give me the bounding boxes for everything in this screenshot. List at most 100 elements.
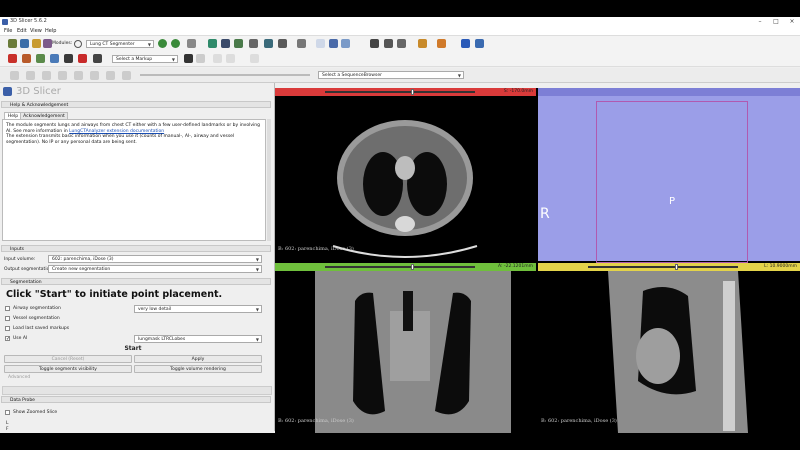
- markup-selector[interactable]: Select a Markup ▼: [112, 55, 178, 63]
- coronal-ct-image: [315, 271, 511, 433]
- last-frame-icon[interactable]: [90, 71, 99, 80]
- red-bottom-label: B: 602: parenchima, iDose (3): [278, 246, 354, 252]
- window-level-icon[interactable]: [437, 39, 446, 48]
- menu-file[interactable]: File: [4, 28, 12, 34]
- red-slice-offset: S: -170.0mm: [503, 89, 533, 94]
- markup-tool-icon-3[interactable]: [36, 54, 45, 63]
- green-view-controller[interactable]: A: -22.1201mm: [275, 263, 536, 271]
- start-button[interactable]: Start: [4, 345, 262, 353]
- visibility-icon[interactable]: [226, 54, 235, 63]
- module-icon-2[interactable]: [208, 39, 217, 48]
- maximize-button[interactable]: □: [768, 17, 784, 27]
- sagittal-ct-image: [608, 271, 748, 433]
- menu-bar: File Edit View Help: [0, 27, 800, 36]
- threed-orientation-p: P: [669, 196, 676, 207]
- play-back-icon[interactable]: [42, 71, 51, 80]
- markup-tool-icon-4[interactable]: [50, 54, 59, 63]
- red-slider-knob[interactable]: [411, 89, 414, 95]
- markup-icon[interactable]: [341, 39, 350, 48]
- vessel-checkbox[interactable]: [5, 316, 10, 321]
- green-slider-knob[interactable]: [411, 264, 414, 270]
- red-slice-slider[interactable]: [325, 91, 475, 93]
- advanced-label[interactable]: Advanced: [8, 375, 30, 380]
- apply-button[interactable]: Apply: [134, 355, 262, 363]
- menu-view[interactable]: View: [30, 28, 42, 34]
- first-frame-icon[interactable]: [10, 71, 19, 80]
- capture-icon[interactable]: [370, 39, 379, 48]
- module-icon-7[interactable]: [278, 39, 287, 48]
- module-icon-4[interactable]: [234, 39, 243, 48]
- data-icon[interactable]: [8, 39, 17, 48]
- module-selector[interactable]: Lung CT Segmenter ▼: [86, 40, 154, 48]
- close-button[interactable]: ×: [784, 17, 800, 27]
- axial-ct-image: [332, 120, 478, 258]
- next-frame-icon[interactable]: [74, 71, 83, 80]
- segmentation-section-header[interactable]: Segmentation: [1, 278, 271, 285]
- output-seg-selector[interactable]: Create new segmentation ▼: [48, 265, 262, 273]
- markup-tool-icon-5[interactable]: [64, 54, 73, 63]
- main-toolbar: Modules: Lung CT Segmenter ▼: [0, 36, 800, 53]
- red-slice-view[interactable]: B: 602: parenchima, iDose (3): [275, 96, 536, 261]
- forward-icon[interactable]: [171, 39, 180, 48]
- markup-tool-icon-6[interactable]: [78, 54, 87, 63]
- loop-icon[interactable]: [106, 71, 115, 80]
- ai-model-selector[interactable]: lungmask LTRCLobes ▼: [134, 335, 262, 343]
- load-last-checkbox[interactable]: [5, 326, 10, 331]
- module-icon-5[interactable]: [249, 39, 258, 48]
- yellow-slice-view[interactable]: B: 602: parenchima, iDose (3): [538, 271, 800, 433]
- pointer-icon[interactable]: [316, 39, 325, 48]
- threed-view[interactable]: R P: [538, 96, 800, 263]
- airway-detail-selector[interactable]: very low detail ▼: [134, 305, 262, 313]
- view-icon-2[interactable]: [397, 39, 406, 48]
- red-view-controller[interactable]: S: -170.0mm: [275, 88, 536, 96]
- toggle-rendering-button[interactable]: Toggle volume rendering: [134, 365, 262, 373]
- lock-icon[interactable]: [250, 54, 259, 63]
- save-icon[interactable]: [32, 39, 41, 48]
- panel-scrollbar[interactable]: [267, 119, 271, 241]
- panel-splitter[interactable]: [2, 386, 272, 395]
- search-icon[interactable]: [74, 40, 82, 48]
- python-icon[interactable]: [475, 39, 484, 48]
- inputs-section-header[interactable]: Inputs: [1, 245, 271, 252]
- green-slice-view[interactable]: B: 602: parenchima, iDose (3): [275, 271, 536, 433]
- prev-frame-icon[interactable]: [26, 71, 35, 80]
- green-slice-slider[interactable]: [325, 266, 475, 268]
- play-icon[interactable]: [58, 71, 67, 80]
- module-icon-3[interactable]: [221, 39, 230, 48]
- yellow-slice-slider[interactable]: [588, 266, 738, 268]
- view-icon-1[interactable]: [384, 39, 393, 48]
- toggle-visibility-button[interactable]: Toggle segments visibility: [4, 365, 132, 373]
- sequence-slider[interactable]: [140, 74, 310, 76]
- persistent-icon[interactable]: [196, 54, 205, 63]
- minimize-button[interactable]: –: [752, 17, 768, 27]
- record-icon[interactable]: [122, 71, 131, 80]
- markup-tool-icon-2[interactable]: [22, 54, 31, 63]
- extension-icon[interactable]: [461, 39, 470, 48]
- yellow-view-controller[interactable]: L: 10.9000mm: [538, 263, 800, 271]
- airway-checkbox[interactable]: [5, 306, 10, 311]
- delete-icon[interactable]: [213, 54, 222, 63]
- help-section-header[interactable]: Help & Acknowledgement: [1, 101, 271, 108]
- data-probe-section-header[interactable]: Data Probe: [1, 396, 271, 403]
- help-link[interactable]: LungCTAnalyzer extension documentation: [69, 129, 164, 134]
- markup-tool-icon-1[interactable]: [8, 54, 17, 63]
- yellow-slider-knob[interactable]: [675, 264, 678, 270]
- menu-help[interactable]: Help: [45, 28, 56, 34]
- input-volume-selector[interactable]: 602: parenchima, iDose (3) ▼: [48, 255, 262, 263]
- crosshair-icon[interactable]: [418, 39, 427, 48]
- module-icon-6[interactable]: [264, 39, 273, 48]
- place-mode-icon[interactable]: [184, 54, 193, 63]
- sequence-browser-selector[interactable]: Select a SequenceBrowser ▼: [318, 71, 464, 79]
- menu-edit[interactable]: Edit: [17, 28, 27, 34]
- use-ai-checkbox[interactable]: ✓: [5, 336, 10, 342]
- show-zoomed-checkbox[interactable]: [5, 410, 10, 415]
- markup-tool-icon-7[interactable]: [93, 54, 102, 63]
- threed-view-controller[interactable]: [538, 88, 800, 96]
- cancel-button[interactable]: Cancel (Reset): [4, 355, 132, 363]
- place-point-icon[interactable]: [329, 39, 338, 48]
- module-icon-1[interactable]: [187, 39, 196, 48]
- dcm-icon[interactable]: [20, 39, 29, 48]
- back-icon[interactable]: [158, 39, 167, 48]
- download-icon[interactable]: [43, 39, 52, 48]
- layout-grid-icon[interactable]: [297, 39, 306, 48]
